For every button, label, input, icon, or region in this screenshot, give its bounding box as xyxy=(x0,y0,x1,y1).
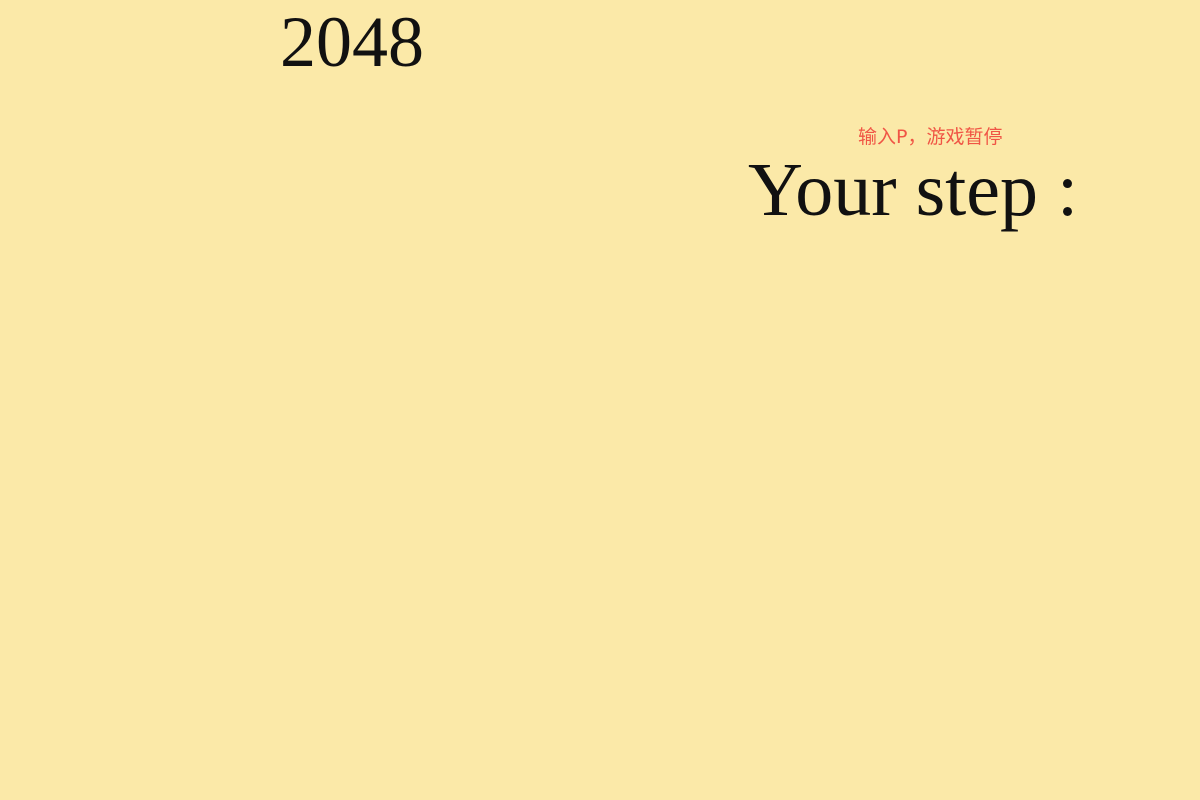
game-canvas[interactable]: 2048 输入P，游戏暂停 Your step : xyxy=(0,0,1200,800)
step-label: Your step : xyxy=(748,148,1079,232)
game-title: 2048 xyxy=(280,2,424,82)
pause-hint: 输入P，游戏暂停 xyxy=(858,126,1003,148)
